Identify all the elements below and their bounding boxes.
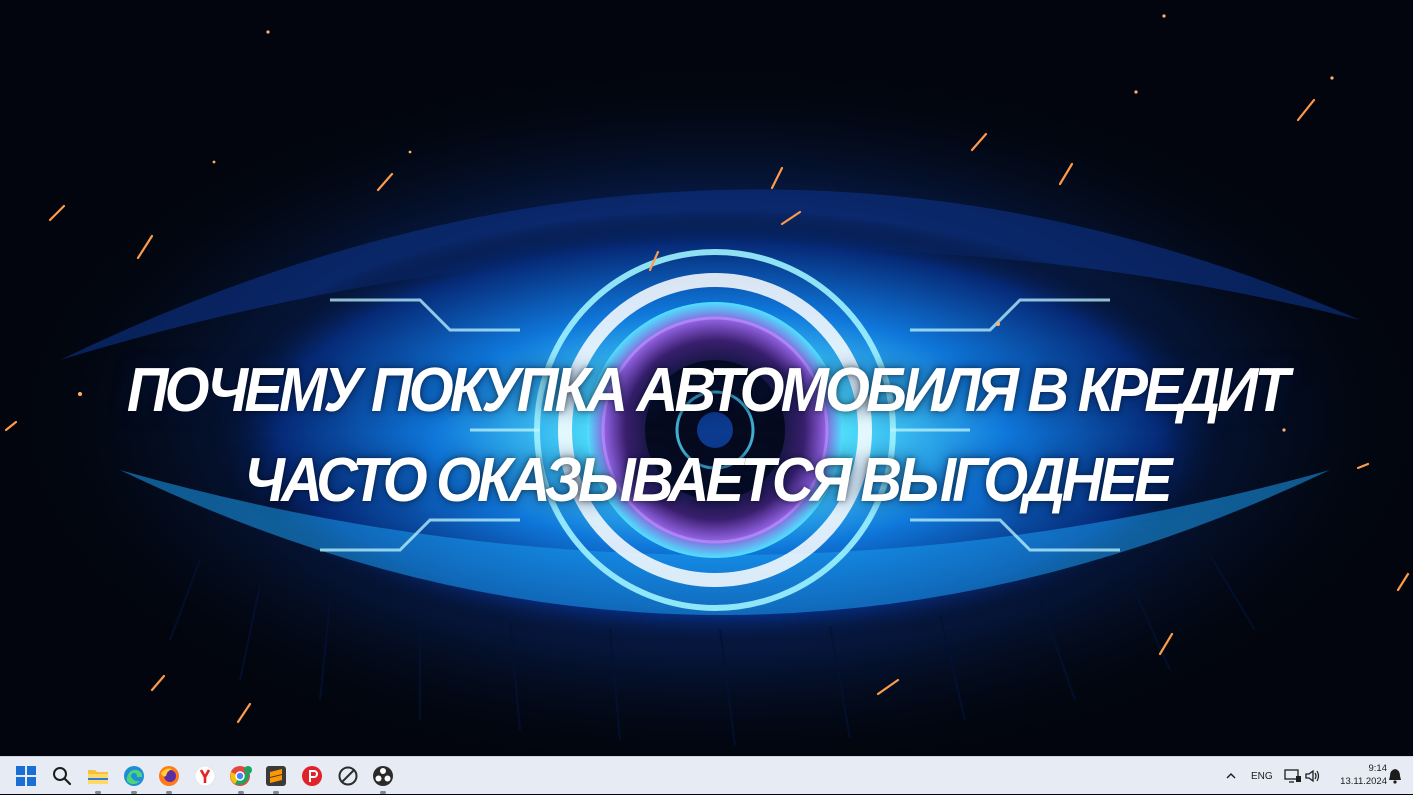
- volume-icon[interactable]: [1300, 763, 1326, 789]
- file-explorer-icon[interactable]: [85, 763, 111, 794]
- search-icon[interactable]: [49, 763, 75, 789]
- blocked-circle-app-icon[interactable]: [335, 763, 361, 789]
- system-clock[interactable]: 9:14 13.11.2024: [1340, 762, 1387, 788]
- chevron-up-icon[interactable]: [1218, 763, 1244, 789]
- headline-line-2: ЧАСТО ОКАЗЫВАЕТСЯ ВЫГОДНЕЕ: [244, 446, 1173, 515]
- chrome-canary-icon[interactable]: [228, 763, 254, 794]
- sublime-text-icon[interactable]: [263, 763, 289, 794]
- headline-line-1: ПОЧЕМУ ПОКУПКА АВТОМОБИЛЯ В КРЕДИТ: [126, 356, 1290, 425]
- firefox-icon[interactable]: [156, 763, 182, 794]
- clock-date: 13.11.2024: [1340, 776, 1387, 787]
- taskbar: ENG 9:14 13.11.2024: [0, 756, 1413, 794]
- clock-time: 9:14: [1368, 763, 1388, 774]
- desktop-wallpaper: ПОЧЕМУ ПОКУПКА АВТОМОБИЛЯ В КРЕДИТ ЧАСТО…: [0, 0, 1413, 756]
- notification-bell-icon[interactable]: [1382, 763, 1408, 789]
- language-indicator[interactable]: ENG: [1251, 757, 1273, 795]
- edge-icon[interactable]: [121, 763, 147, 794]
- obs-icon[interactable]: [370, 763, 396, 794]
- windows-start-icon[interactable]: [13, 763, 39, 789]
- red-p-app-icon[interactable]: [299, 763, 325, 789]
- yandex-browser-icon[interactable]: [192, 763, 218, 789]
